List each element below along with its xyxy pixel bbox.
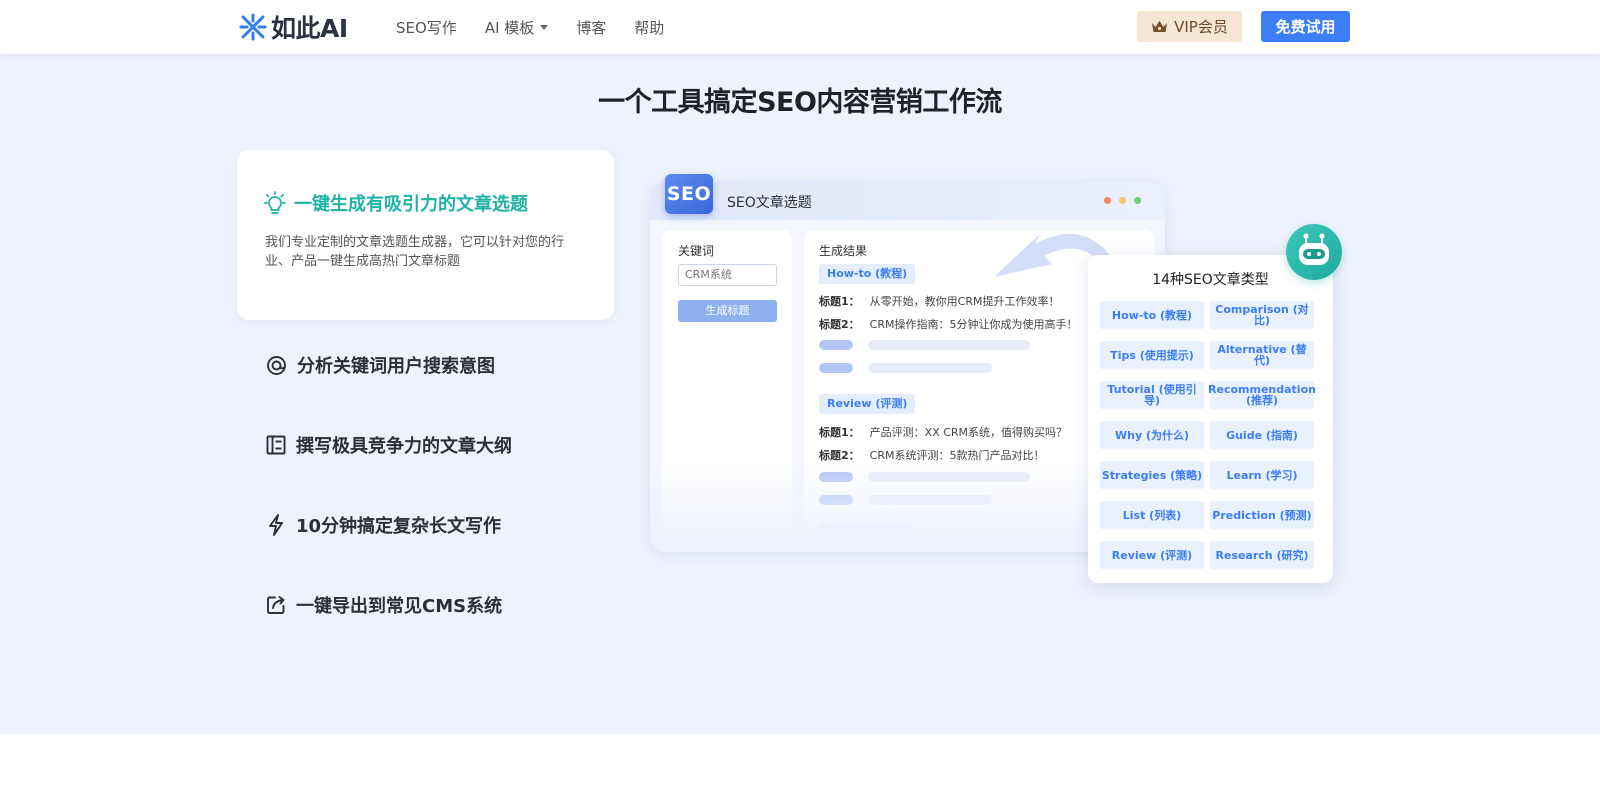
feature-item-search-intent[interactable]: 分析关键词用户搜索意图	[266, 352, 495, 378]
article-type-tag: Guide (指南)	[1210, 421, 1314, 449]
section-title: 一个工具搞定SEO内容营销工作流	[598, 87, 1002, 118]
nav-item-label: AI 模板	[484, 18, 535, 37]
article-type-tag: Research (研究)	[1210, 541, 1314, 569]
result-line-key: 标题1：	[819, 426, 860, 439]
article-type-tag: Comparison (对比)	[1210, 301, 1314, 329]
feature-item-label: 撰写极具竞争力的文章大纲	[296, 436, 512, 457]
active-feature-title: 一键生成有吸引力的文章选题	[294, 194, 528, 215]
vip-button-label: VIP会员	[1174, 18, 1228, 36]
placeholder-bar	[819, 340, 853, 350]
lightbulb-icon	[264, 191, 286, 214]
top-nav-bar: 如此AI SEO写作 AI 模板 博客 帮助 VIP会员 免费试用	[0, 0, 1600, 54]
window-dot-red	[1104, 197, 1111, 204]
robot-icon	[1286, 224, 1342, 280]
article-type-tag: Strategies (策略)	[1100, 461, 1204, 489]
feature-item-label: 10分钟搞定复杂长文写作	[296, 516, 502, 537]
active-feature-description: 我们专业定制的文章选题生成器，它可以针对您的行业、产品一键生成高热门文章标题	[265, 235, 565, 269]
mockup-titlebar: SEO文章选题	[650, 182, 1165, 220]
nav-item-seo-writing[interactable]: SEO写作	[396, 17, 457, 38]
logo-icon	[239, 13, 267, 41]
result-line: 标题1： 产品评测：XX CRM系统，值得购买吗？	[819, 424, 1067, 440]
chevron-down-icon	[540, 24, 549, 30]
outline-icon	[266, 435, 286, 455]
seo-article-types-panel: 14种SEO文章类型 How-to (教程) Comparison (对比) T…	[1088, 255, 1333, 583]
result-line-text: 产品评测：XX CRM系统，值得购买吗？	[869, 426, 1068, 439]
export-icon	[267, 596, 285, 614]
keyword-input[interactable]: CRM系统	[678, 264, 777, 286]
target-icon	[267, 355, 286, 375]
result-line: 标题1： 从零开始，教你用CRM提升工作效率！	[819, 293, 1059, 309]
result-type-tag: How-to (教程)	[819, 264, 916, 284]
generate-title-button[interactable]: 生成标题	[678, 300, 777, 322]
result-line-text: CRM系统评测：5款热门产品对比！	[869, 449, 1045, 462]
article-type-tag: Review (评测)	[1100, 541, 1204, 569]
article-type-tag: Recommendation (推荐)	[1208, 381, 1316, 409]
article-type-tag: Prediction (预测)	[1210, 501, 1314, 529]
placeholder-bar	[868, 340, 1030, 350]
result-line-key: 标题2：	[819, 318, 860, 331]
window-dot-green	[1134, 197, 1141, 204]
result-line: 标题2： CRM操作指南：5分钟让你成为使用高手！	[819, 316, 1077, 332]
article-type-tag: Learn (学习)	[1210, 461, 1314, 489]
placeholder-bar	[819, 363, 853, 373]
article-type-tag: Tutorial (使用引导)	[1100, 381, 1204, 409]
result-line: 标题2： CRM系统评测：5款热门产品对比！	[819, 447, 1044, 463]
feature-item-fast-writing[interactable]: 10分钟搞定复杂长文写作	[266, 512, 501, 538]
free-trial-button[interactable]: 免费试用	[1261, 11, 1350, 42]
feature-item-outline[interactable]: 撰写极具竞争力的文章大纲	[266, 432, 512, 458]
feature-section: 一个工具搞定SEO内容营销工作流 一键生成有吸引力的文章选题 我们专业定制的文章…	[0, 54, 1600, 734]
feature-item-cms-export[interactable]: 一键导出到常见CMS系统	[266, 592, 502, 618]
nav-item-ai-templates[interactable]: AI 模板	[484, 17, 549, 38]
nav-item-help[interactable]: 帮助	[634, 17, 664, 38]
result-type-tag: Review (评测)	[819, 394, 916, 414]
logo-text: 如此AI	[271, 14, 348, 43]
result-line-key: 标题1：	[819, 295, 860, 308]
placeholder-bar	[868, 363, 992, 373]
results-label: 生成结果	[819, 244, 868, 258]
keyword-label: 关键词	[678, 244, 715, 258]
article-type-tag: How-to (教程)	[1100, 301, 1204, 329]
article-type-tag: Why (为什么)	[1100, 421, 1204, 449]
crown-icon	[1152, 20, 1168, 32]
feature-item-label: 分析关键词用户搜索意图	[297, 356, 495, 377]
feature-item-label: 一键导出到常见CMS系统	[296, 596, 503, 617]
result-line-key: 标题2：	[819, 449, 860, 462]
lightning-icon	[269, 514, 283, 536]
mockup-title: SEO文章选题	[727, 195, 812, 211]
result-line-text: CRM操作指南：5分钟让你成为使用高手！	[869, 318, 1078, 331]
logo[interactable]: 如此AI	[238, 10, 348, 44]
nav-item-blog[interactable]: 博客	[576, 17, 606, 38]
main-nav: SEO写作 AI 模板 博客 帮助	[396, 0, 692, 54]
article-type-tag: Alternative (替代)	[1210, 341, 1314, 369]
article-type-tag: List (列表)	[1100, 501, 1204, 529]
window-dot-yellow	[1119, 197, 1126, 204]
article-type-tag: Tips (使用提示)	[1100, 341, 1204, 369]
result-line-text: 从零开始，教你用CRM提升工作效率！	[869, 295, 1060, 308]
seo-badge: SEO	[665, 174, 713, 214]
active-feature-card[interactable]: 一键生成有吸引力的文章选题 我们专业定制的文章选题生成器，它可以针对您的行业、产…	[237, 150, 614, 320]
vip-button[interactable]: VIP会员	[1137, 11, 1242, 42]
